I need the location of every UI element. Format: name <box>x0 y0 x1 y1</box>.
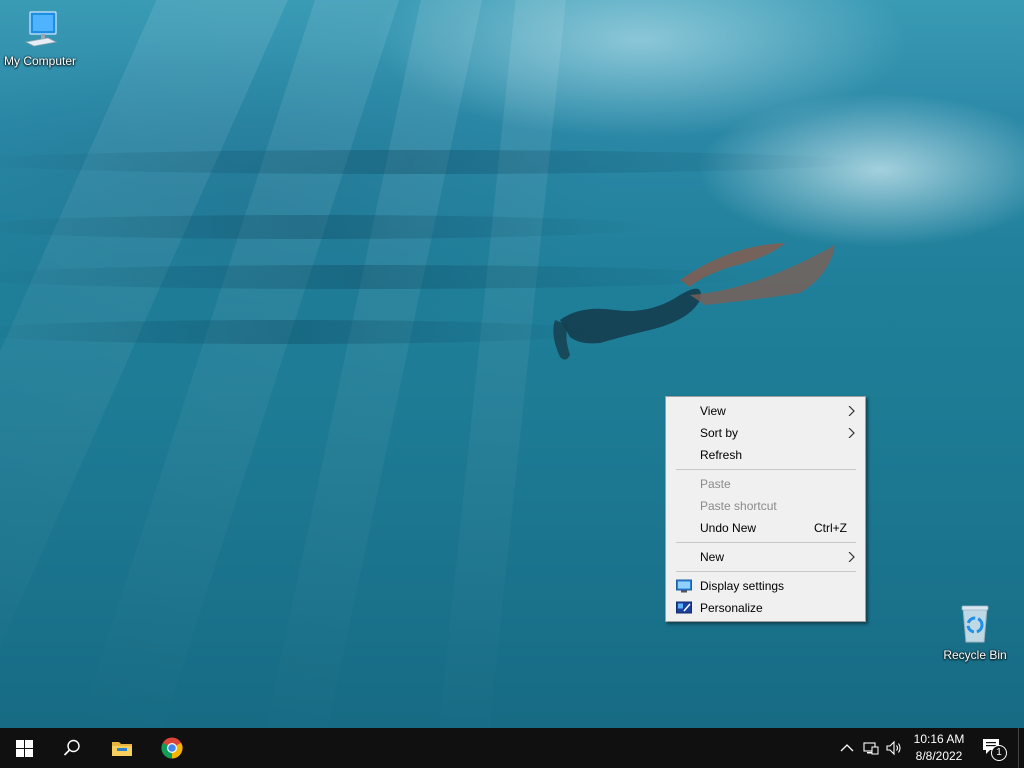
chevron-right-icon <box>848 406 855 416</box>
menu-item-label: Paste shortcut <box>700 499 777 513</box>
diver-image <box>553 243 835 360</box>
recycle-bin-icon <box>961 605 989 643</box>
chrome-icon <box>161 737 183 759</box>
menu-item-paste-shortcut[interactable]: Paste shortcut <box>666 495 865 517</box>
search-icon <box>63 739 80 756</box>
menu-item-new[interactable]: New <box>666 546 865 568</box>
chrome-button[interactable] <box>148 728 196 768</box>
menu-item-label: Paste <box>700 477 731 491</box>
menu-item-sort-by[interactable]: Sort by <box>666 422 865 444</box>
menu-item-personalize[interactable]: Personalize <box>666 597 865 619</box>
file-explorer-icon <box>112 742 132 756</box>
menu-item-label: Refresh <box>700 448 743 462</box>
clock-time: 10:16 AM <box>913 732 965 746</box>
start-button[interactable] <box>0 728 48 768</box>
display-settings-icon <box>676 579 692 593</box>
menu-item-label: New <box>700 550 725 564</box>
menu-item-display-settings[interactable]: Display settings <box>666 575 865 597</box>
computer-icon <box>24 11 58 47</box>
menu-item-paste[interactable]: Paste <box>666 473 865 495</box>
desktop-background[interactable]: My Computer Recycle Bin View Sort by Ref… <box>0 0 1024 728</box>
desktop-icon-my-computer[interactable]: My Computer <box>0 8 80 68</box>
menu-item-label: Personalize <box>700 601 763 615</box>
network-icon[interactable] <box>863 740 879 756</box>
menu-item-label: View <box>700 404 726 418</box>
menu-separator <box>676 469 856 470</box>
chevron-up-icon[interactable] <box>839 740 855 756</box>
desktop-icon-label: My Computer <box>3 54 77 68</box>
personalize-icon <box>676 601 692 614</box>
chevron-right-icon <box>848 428 855 438</box>
menu-separator <box>676 542 856 543</box>
chevron-right-icon <box>848 552 855 562</box>
menu-item-label: Sort by <box>700 426 739 440</box>
desktop-context-menu: View Sort by Refresh Paste Paste shortcu… <box>665 396 866 622</box>
volume-icon[interactable] <box>886 740 902 756</box>
notification-count-badge: 1 <box>991 745 1007 761</box>
search-button[interactable] <box>48 728 96 768</box>
action-center-button[interactable]: 1 <box>980 736 1007 761</box>
taskbar-clock[interactable]: 10:16 AM 8/8/2022 <box>908 731 970 765</box>
desktop-icon-label: Recycle Bin <box>943 648 1007 662</box>
windows-start-icon <box>15 739 33 757</box>
menu-item-shortcut: Ctrl+Z <box>814 521 847 535</box>
water-streak <box>0 150 860 174</box>
show-desktop-button[interactable] <box>1018 728 1024 768</box>
taskbar: 10:16 AM 8/8/2022 1 <box>0 728 1024 768</box>
menu-item-undo-new[interactable]: Undo New Ctrl+Z <box>666 517 865 539</box>
notification-count: 1 <box>996 747 1002 758</box>
menu-separator <box>676 571 856 572</box>
clock-date: 8/8/2022 <box>915 749 963 763</box>
menu-item-refresh[interactable]: Refresh <box>666 444 865 466</box>
menu-item-view[interactable]: View <box>666 400 865 422</box>
desktop-icon-recycle-bin[interactable]: Recycle Bin <box>935 602 1015 662</box>
menu-item-label: Undo New <box>700 521 757 535</box>
menu-item-label: Display settings <box>700 579 785 593</box>
file-explorer-button[interactable] <box>98 728 146 768</box>
